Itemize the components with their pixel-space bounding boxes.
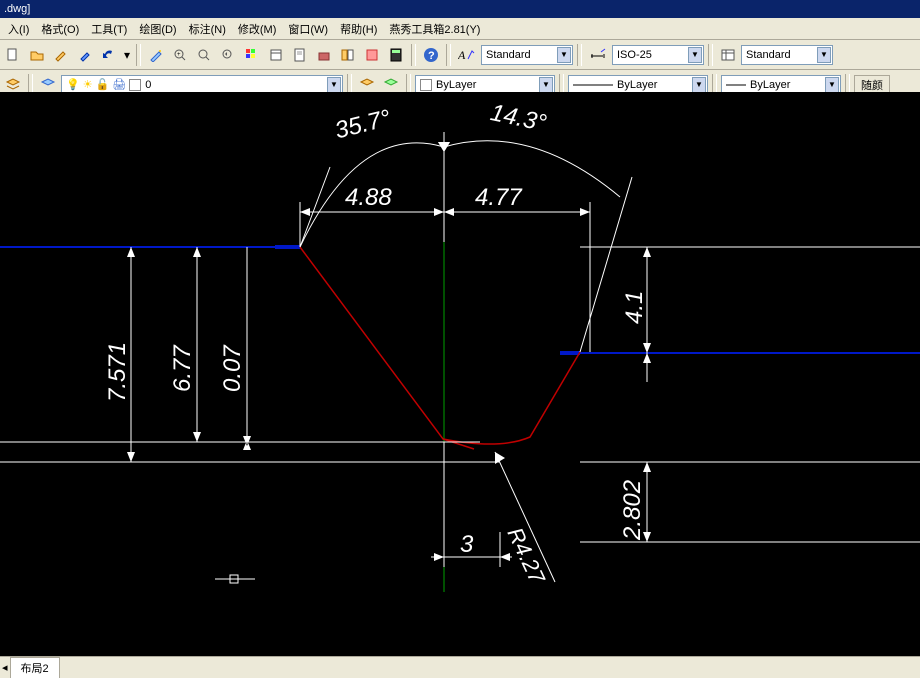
menu-dimension[interactable]: 标注(N): [183, 18, 232, 40]
layer-bulb-icon: 💡: [66, 78, 80, 91]
palette-icon[interactable]: [241, 44, 263, 66]
dim-v1: 7.571: [104, 342, 131, 402]
drawing-canvas[interactable]: 35.7° 14.3° 4.88 4.77 7.571 6.77 0.07 4.…: [0, 92, 920, 656]
separator: [411, 44, 416, 66]
block-icon[interactable]: [361, 44, 383, 66]
dim-angle2: 14.3°: [488, 99, 549, 137]
dim-h1: 4.88: [345, 184, 392, 211]
dim-angle1: 35.7°: [332, 105, 394, 145]
table-style-value: Standard: [746, 49, 791, 61]
dropdown-arrow-icon[interactable]: ▼: [539, 77, 553, 93]
color-swatch: [420, 79, 432, 91]
dropdown-arrow-icon[interactable]: ▼: [327, 77, 341, 93]
svg-text:+: +: [177, 52, 181, 58]
sheet-icon[interactable]: [289, 44, 311, 66]
title-text: .dwg]: [4, 3, 30, 15]
wand-icon[interactable]: [145, 44, 167, 66]
dim-v2: 6.77: [169, 344, 196, 392]
pencil-icon[interactable]: [50, 44, 72, 66]
dropdown-arrow-icon[interactable]: ▼: [692, 77, 706, 93]
svg-text:A: A: [458, 48, 466, 62]
text-style-combo[interactable]: Standard ▼: [481, 45, 573, 65]
zoom-window-icon[interactable]: [193, 44, 215, 66]
dim-v3: 0.07: [219, 344, 246, 392]
dim-style-value: ISO-25: [617, 49, 652, 61]
text-style-value: Standard: [486, 49, 531, 61]
tab-bar: ◂ 布局2: [0, 656, 920, 678]
brush-icon[interactable]: [74, 44, 96, 66]
new-icon[interactable]: [2, 44, 24, 66]
tab-nav-left-icon[interactable]: ◂: [0, 661, 10, 674]
zoom-realtime-icon[interactable]: +: [169, 44, 191, 66]
toolbox-icon[interactable]: [313, 44, 335, 66]
dim-h2: 4.77: [475, 184, 523, 211]
menu-draw[interactable]: 绘图(D): [133, 18, 182, 40]
linetype-value: ByLayer: [617, 79, 657, 91]
separator: [708, 44, 713, 66]
toolbar-standard: ▾ + ? A Standard ▼ ISO-25 ▼ Standard ▼: [0, 40, 920, 70]
separator: [577, 44, 582, 66]
table-style-combo[interactable]: Standard ▼: [741, 45, 833, 65]
help-icon[interactable]: ?: [420, 44, 442, 66]
layer-lock-icon: 🔓: [96, 78, 110, 91]
drawing-svg: 35.7° 14.3° 4.88 4.77 7.571 6.77 0.07 4.…: [0, 92, 920, 656]
layer-color-swatch: [129, 79, 141, 91]
table-style-icon[interactable]: [717, 44, 739, 66]
menu-yanxiu[interactable]: 燕秀工具箱2.81(Y): [383, 18, 486, 40]
dropdown-icon[interactable]: ▾: [122, 44, 132, 66]
color-value: ByLayer: [436, 79, 476, 91]
undo-icon[interactable]: [98, 44, 120, 66]
title-bar: .dwg]: [0, 0, 920, 18]
lineweight-preview-icon: [726, 81, 746, 89]
lineweight-value: ByLayer: [750, 79, 790, 91]
dim-h3: 3: [460, 531, 474, 558]
tab-label: 布局2: [21, 663, 49, 675]
dim-v5: 2.802: [619, 480, 646, 541]
dim-style-icon[interactable]: [586, 44, 610, 66]
design-center-icon[interactable]: [337, 44, 359, 66]
dropdown-arrow-icon[interactable]: ▼: [688, 47, 702, 63]
separator: [446, 44, 451, 66]
menu-insert[interactable]: 入(I): [2, 18, 35, 40]
open-icon[interactable]: [26, 44, 48, 66]
zoom-prev-icon[interactable]: [217, 44, 239, 66]
text-style-icon[interactable]: A: [455, 44, 479, 66]
tab-layout2[interactable]: 布局2: [10, 657, 60, 678]
menu-window[interactable]: 窗口(W): [282, 18, 334, 40]
menu-modify[interactable]: 修改(M): [232, 18, 283, 40]
menu-help[interactable]: 帮助(H): [334, 18, 383, 40]
dropdown-arrow-icon[interactable]: ▼: [817, 47, 831, 63]
calculator-icon[interactable]: [385, 44, 407, 66]
svg-text:?: ?: [428, 50, 435, 62]
layer-sun-icon: ☀: [83, 78, 93, 91]
properties-icon[interactable]: [265, 44, 287, 66]
dim-v4: 4.1: [621, 291, 648, 324]
dropdown-arrow-icon[interactable]: ▼: [557, 47, 571, 63]
separator: [136, 44, 141, 66]
menu-tools[interactable]: 工具(T): [85, 18, 133, 40]
dropdown-arrow-icon[interactable]: ▼: [825, 77, 839, 93]
layer-name: 0: [145, 79, 151, 91]
menu-format[interactable]: 格式(O): [35, 18, 85, 40]
layer-plot-icon: 🖨: [112, 78, 126, 91]
menu-bar: 入(I) 格式(O) 工具(T) 绘图(D) 标注(N) 修改(M) 窗口(W)…: [0, 18, 920, 40]
linetype-preview-icon: [573, 81, 613, 89]
dim-style-combo[interactable]: ISO-25 ▼: [612, 45, 704, 65]
